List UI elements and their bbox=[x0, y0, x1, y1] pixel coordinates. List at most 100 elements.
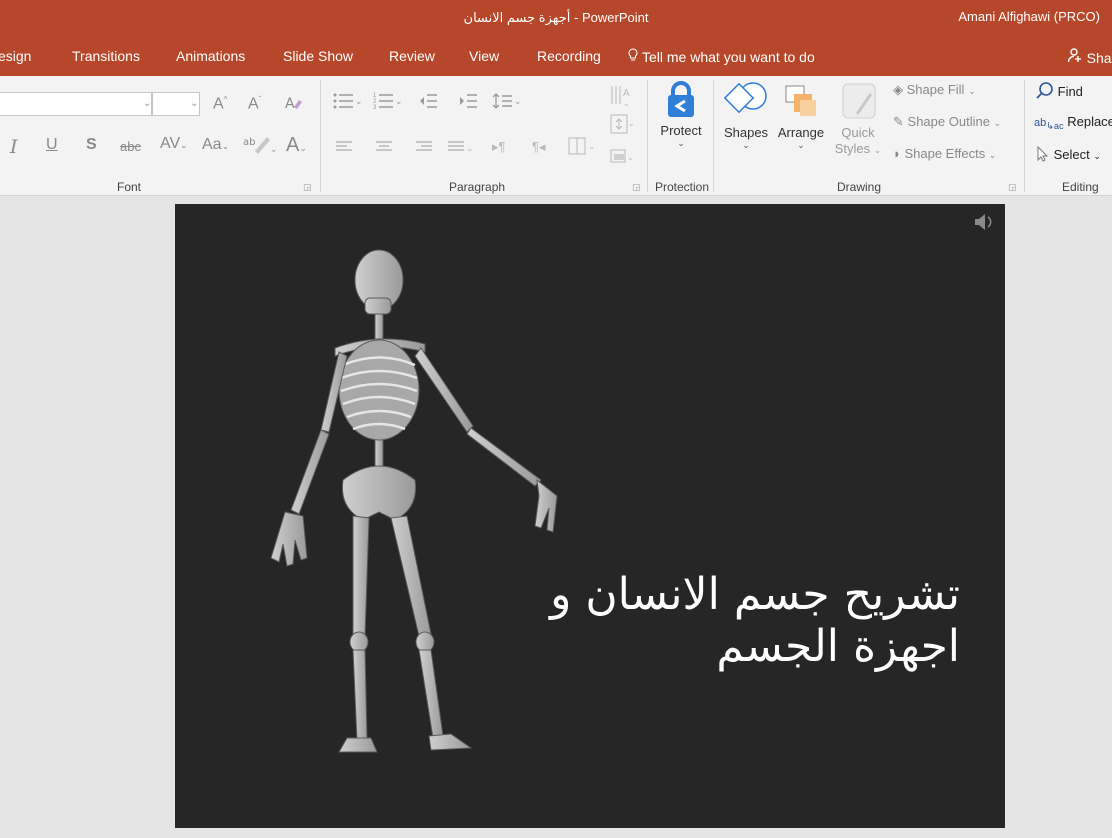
font-size-dropdown-icon[interactable]: ⌄ bbox=[190, 98, 198, 109]
increase-indent-icon[interactable] bbox=[458, 92, 478, 115]
align-center-icon[interactable] bbox=[376, 140, 394, 159]
tab-view[interactable]: View bbox=[469, 48, 499, 64]
decrease-indent-icon[interactable] bbox=[418, 92, 438, 115]
font-group-label: Font bbox=[117, 180, 142, 194]
clear-formatting-icon[interactable]: A bbox=[283, 93, 303, 118]
user-account[interactable]: Amani Alfighawi (PRCO) bbox=[958, 9, 1100, 24]
drawing-dialog-launcher-icon[interactable]: ◲ bbox=[1008, 182, 1017, 193]
paint-bucket-icon: ◈ bbox=[893, 82, 903, 97]
find-button[interactable]: Find bbox=[1036, 82, 1083, 100]
shapes-dropdown-icon[interactable]: ⌄ bbox=[720, 140, 772, 151]
tell-me-search[interactable]: Tell me what you want to do bbox=[628, 48, 815, 65]
tab-design[interactable]: esign bbox=[0, 48, 31, 64]
select-button[interactable]: Select ⌄ bbox=[1036, 145, 1101, 162]
quick-styles-button[interactable]: Quick Styles ⌄ bbox=[830, 80, 886, 158]
lightbulb-icon bbox=[628, 48, 638, 65]
numbering-icon[interactable]: 1 2 3 ⌄ bbox=[373, 92, 403, 115]
justify-icon[interactable]: ⌄ bbox=[448, 140, 474, 159]
slide-title[interactable]: تشريح جسم الانسان و اجهزة الجسم bbox=[440, 569, 960, 673]
rtl-text-direction-icon[interactable]: ¶◂ bbox=[532, 139, 546, 155]
editing-group-label: Editing bbox=[1062, 180, 1099, 194]
font-color-icon[interactable]: A⌄ bbox=[286, 134, 307, 157]
svg-text:⌄: ⌄ bbox=[627, 153, 634, 162]
text-direction-icon[interactable]: A ⌄ bbox=[610, 84, 634, 113]
svg-text:⌄: ⌄ bbox=[270, 144, 277, 154]
skeleton-image[interactable] bbox=[235, 240, 575, 765]
svg-text:A: A bbox=[285, 96, 295, 112]
text-shadow-icon[interactable]: S bbox=[86, 136, 97, 154]
svg-text:A: A bbox=[623, 88, 630, 99]
svg-text:⌄: ⌄ bbox=[628, 119, 634, 128]
protection-group-label: Protection bbox=[655, 180, 710, 194]
shapes-icon bbox=[720, 80, 772, 125]
protect-button[interactable]: Protect ⌄ bbox=[652, 80, 710, 149]
strikethrough-icon[interactable]: abc bbox=[120, 139, 141, 154]
shapes-button[interactable]: Shapes ⌄ bbox=[720, 80, 772, 151]
quick-styles-label: Quick bbox=[841, 125, 875, 140]
increase-font-size-icon[interactable]: A^ bbox=[213, 95, 227, 113]
protect-lock-icon bbox=[652, 80, 710, 123]
decrease-font-size-icon[interactable]: Aˇ bbox=[248, 95, 261, 113]
font-name-box[interactable] bbox=[0, 92, 152, 116]
cursor-arrow-icon bbox=[1036, 145, 1054, 162]
arrange-button[interactable]: Arrange ⌄ bbox=[774, 80, 828, 151]
paragraph-dialog-launcher-icon[interactable]: ◲ bbox=[632, 182, 641, 193]
group-divider bbox=[647, 80, 648, 192]
ribbon-tab-row: esign Transitions Animations Slide Show … bbox=[0, 38, 1112, 76]
shape-effects-icon: ◗ bbox=[893, 146, 901, 161]
group-divider bbox=[1024, 80, 1025, 192]
shape-fill-button[interactable]: ◈ Shape Fill ⌄ bbox=[893, 82, 976, 98]
align-right-icon[interactable] bbox=[416, 140, 434, 159]
slide-title-line-2: اجهزة الجسم bbox=[716, 621, 960, 672]
svg-text:⌄: ⌄ bbox=[395, 96, 403, 106]
align-left-icon[interactable] bbox=[336, 140, 354, 159]
paragraph-group-label: Paragraph bbox=[449, 180, 506, 194]
ribbon: ⌄ ⌄ A^ Aˇ A I U S abc AV⌄ Aa⌄ ab ⌄ A⌄ Fon… bbox=[0, 76, 1112, 196]
underline-icon[interactable]: U bbox=[46, 136, 58, 154]
protect-dropdown-icon[interactable]: ⌄ bbox=[652, 138, 710, 149]
quick-styles-label-2: Styles ⌄ bbox=[834, 141, 882, 156]
arrange-dropdown-icon[interactable]: ⌄ bbox=[774, 140, 828, 151]
speaker-icon[interactable] bbox=[973, 212, 995, 237]
ltr-text-direction-icon[interactable]: ▸¶ bbox=[492, 139, 506, 155]
character-spacing-icon[interactable]: AV⌄ bbox=[160, 135, 188, 153]
change-case-icon[interactable]: Aa⌄ bbox=[202, 136, 229, 154]
smartart-icon[interactable]: ⌄ bbox=[610, 146, 634, 171]
tab-review[interactable]: Review bbox=[389, 48, 435, 64]
tab-slide-show[interactable]: Slide Show bbox=[283, 48, 353, 64]
replace-icon: ab↳ac bbox=[1034, 117, 1064, 132]
bullets-icon[interactable]: ⌄ bbox=[333, 92, 363, 115]
document-title: أجهزة جسم الانسان - PowerPoint bbox=[463, 10, 649, 25]
tab-recording[interactable]: Recording bbox=[537, 48, 601, 64]
shape-outline-button[interactable]: ✎ Shape Outline ⌄ bbox=[893, 114, 1001, 130]
slide-title-line-1: تشريح جسم الانسان و bbox=[550, 569, 960, 620]
group-divider bbox=[320, 80, 321, 192]
svg-text:⌄: ⌄ bbox=[466, 143, 474, 153]
arrange-icon bbox=[774, 80, 828, 125]
title-bar: أجهزة جسم الانسان - PowerPoint Amani Alf… bbox=[0, 0, 1112, 38]
slide-canvas[interactable]: تشريح جسم الانسان و اجهزة الجسم bbox=[175, 204, 1005, 828]
search-icon bbox=[1036, 82, 1058, 99]
svg-text:3: 3 bbox=[373, 105, 377, 110]
italic-icon[interactable]: I bbox=[10, 136, 18, 158]
font-name-dropdown-icon[interactable]: ⌄ bbox=[143, 98, 151, 109]
font-dialog-launcher-icon[interactable]: ◲ bbox=[303, 182, 312, 193]
highlight-icon[interactable]: ab ⌄ bbox=[243, 133, 278, 160]
person-add-icon bbox=[1067, 48, 1087, 66]
share-button[interactable]: Share bbox=[1067, 47, 1112, 66]
svg-text:ab: ab bbox=[243, 137, 255, 148]
svg-text:⌄: ⌄ bbox=[623, 99, 630, 108]
tab-transitions[interactable]: Transitions bbox=[72, 48, 140, 64]
replace-button[interactable]: ab↳ac Replace bbox=[1034, 114, 1112, 132]
protect-label: Protect bbox=[660, 123, 702, 138]
columns-icon[interactable]: ⌄ bbox=[568, 136, 596, 161]
line-spacing-icon[interactable]: ⌄ bbox=[492, 92, 522, 115]
arrange-label: Arrange bbox=[777, 125, 825, 140]
tab-animations[interactable]: Animations bbox=[176, 48, 245, 64]
share-label: Share bbox=[1086, 50, 1112, 66]
align-text-icon[interactable]: ⌄ bbox=[610, 114, 635, 141]
svg-text:⌄: ⌄ bbox=[588, 141, 596, 151]
group-divider bbox=[713, 80, 714, 192]
shape-effects-button[interactable]: ◗ Shape Effects ⌄ bbox=[893, 146, 996, 161]
pencil-icon: ✎ bbox=[893, 114, 904, 129]
